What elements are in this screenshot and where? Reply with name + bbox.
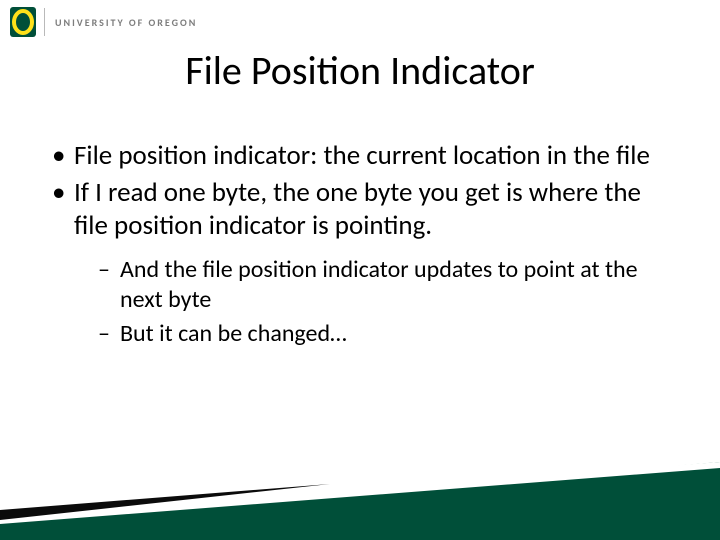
sub-bullet-item: And the file position indicator updates … <box>98 255 680 315</box>
bullet-text: File position indicator: the current loc… <box>74 139 650 172</box>
sub-bullet-item: But it can be changed… <box>98 319 680 349</box>
bullet-item: If I read one byte, the one byte you get… <box>52 177 680 349</box>
bullet-item: File position indicator: the current loc… <box>52 140 680 173</box>
slide-title: File Position Indicator <box>0 46 720 95</box>
slide-header: UNIVERSITY OF OREGON <box>10 4 710 40</box>
sub-bullet-text: And the file position indicator updates … <box>120 255 638 314</box>
header-divider <box>44 8 45 36</box>
oregon-o-logo-icon <box>10 7 36 37</box>
slide-footer-graphic <box>0 462 720 540</box>
university-label: UNIVERSITY OF OREGON <box>55 16 197 29</box>
slide-body: File position indicator: the current loc… <box>52 140 680 353</box>
sub-bullet-text: But it can be changed… <box>120 319 347 348</box>
slide: UNIVERSITY OF OREGON File Position Indic… <box>0 0 720 540</box>
bullet-text: If I read one byte, the one byte you get… <box>74 176 641 242</box>
